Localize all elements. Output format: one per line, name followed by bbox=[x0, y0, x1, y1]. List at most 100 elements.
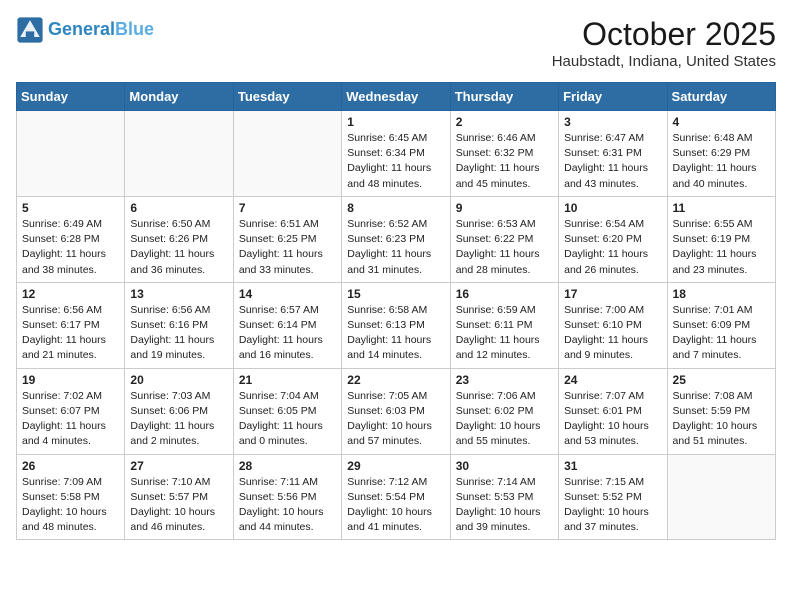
weekday-header-friday: Friday bbox=[559, 83, 667, 111]
day-number: 30 bbox=[456, 459, 553, 473]
day-info: Sunrise: 6:59 AM Sunset: 6:11 PM Dayligh… bbox=[456, 303, 553, 364]
day-cell: 18Sunrise: 7:01 AM Sunset: 6:09 PM Dayli… bbox=[667, 282, 775, 368]
day-cell: 29Sunrise: 7:12 AM Sunset: 5:54 PM Dayli… bbox=[342, 454, 450, 540]
day-info: Sunrise: 7:09 AM Sunset: 5:58 PM Dayligh… bbox=[22, 475, 119, 536]
day-cell: 28 Sunrise: 7:11 AM Sunset: 5:56 PM Dayli… bbox=[233, 454, 341, 540]
logo-text: GeneralBlue bbox=[48, 19, 154, 41]
logo-icon bbox=[16, 16, 44, 44]
day-info: Sunrise: 6:56 AM Sunset: 6:16 PM Dayligh… bbox=[130, 303, 227, 364]
weekday-header-monday: Monday bbox=[125, 83, 233, 111]
calendar-table: SundayMondayTuesdayWednesdayThursdayFrid… bbox=[16, 82, 776, 540]
day-info: Sunrise: 6:48 AM Sunset: 6:29 PM Dayligh… bbox=[673, 131, 770, 192]
day-number: 28 bbox=[239, 459, 336, 473]
day-number: 7 bbox=[239, 201, 336, 215]
day-cell: 10 Sunrise: 6:54 AM Sunset: 6:20 PM Dayli… bbox=[559, 196, 667, 282]
logo-line1: General bbox=[48, 19, 115, 39]
logo: GeneralBlue bbox=[16, 16, 154, 44]
week-row-3: 12 Sunrise: 6:56 AM Sunset: 6:17 PM Dayli… bbox=[17, 282, 776, 368]
day-cell: 22 Sunrise: 7:05 AM Sunset: 6:03 PM Dayli… bbox=[342, 368, 450, 454]
day-cell: 24Sunrise: 7:07 AM Sunset: 6:01 PM Dayli… bbox=[559, 368, 667, 454]
day-info: Sunrise: 6:47 AM Sunset: 6:31 PM Dayligh… bbox=[564, 131, 661, 192]
day-number: 26 bbox=[22, 459, 119, 473]
day-cell: 6 Sunrise: 6:50 AM Sunset: 6:26 PM Daylig… bbox=[125, 196, 233, 282]
day-info: Sunrise: 6:45 AM Sunset: 6:34 PM Dayligh… bbox=[347, 131, 444, 192]
page-header: GeneralBlue October 2025 Haubstadt, Indi… bbox=[16, 16, 776, 70]
weekday-header-sunday: Sunday bbox=[17, 83, 125, 111]
day-cell: 7 Sunrise: 6:51 AM Sunset: 6:25 PM Daylig… bbox=[233, 196, 341, 282]
weekday-header-row: SundayMondayTuesdayWednesdayThursdayFrid… bbox=[17, 83, 776, 111]
day-info: Sunrise: 6:46 AM Sunset: 6:32 PM Dayligh… bbox=[456, 131, 553, 192]
week-row-2: 5 Sunrise: 6:49 AM Sunset: 6:28 PM Daylig… bbox=[17, 196, 776, 282]
day-number: 4 bbox=[673, 115, 770, 129]
day-cell: 5 Sunrise: 6:49 AM Sunset: 6:28 PM Daylig… bbox=[17, 196, 125, 282]
day-cell: 9 Sunrise: 6:53 AM Sunset: 6:22 PM Daylig… bbox=[450, 196, 558, 282]
day-cell: 11Sunrise: 6:55 AM Sunset: 6:19 PM Dayli… bbox=[667, 196, 775, 282]
day-cell bbox=[667, 454, 775, 540]
day-info: Sunrise: 7:14 AM Sunset: 5:53 PM Dayligh… bbox=[456, 475, 553, 536]
day-info: Sunrise: 7:08 AM Sunset: 5:59 PM Dayligh… bbox=[673, 389, 770, 450]
day-number: 6 bbox=[130, 201, 227, 215]
day-number: 10 bbox=[564, 201, 661, 215]
day-number: 27 bbox=[130, 459, 227, 473]
day-cell bbox=[233, 111, 341, 197]
day-info: Sunrise: 7:00 AM Sunset: 6:10 PM Dayligh… bbox=[564, 303, 661, 364]
day-number: 24 bbox=[564, 373, 661, 387]
day-number: 14 bbox=[239, 287, 336, 301]
day-cell: 26 Sunrise: 7:09 AM Sunset: 5:58 PM Dayli… bbox=[17, 454, 125, 540]
logo-line2: Blue bbox=[115, 19, 154, 39]
day-number: 13 bbox=[130, 287, 227, 301]
day-cell bbox=[17, 111, 125, 197]
day-cell: 30 Sunrise: 7:14 AM Sunset: 5:53 PM Dayli… bbox=[450, 454, 558, 540]
day-cell: 3Sunrise: 6:47 AM Sunset: 6:31 PM Daylig… bbox=[559, 111, 667, 197]
weekday-header-wednesday: Wednesday bbox=[342, 83, 450, 111]
day-cell: 31 Sunrise: 7:15 AM Sunset: 5:52 PM Dayli… bbox=[559, 454, 667, 540]
day-info: Sunrise: 6:55 AM Sunset: 6:19 PM Dayligh… bbox=[673, 217, 770, 278]
day-info: Sunrise: 6:54 AM Sunset: 6:20 PM Dayligh… bbox=[564, 217, 661, 278]
day-number: 15 bbox=[347, 287, 444, 301]
week-row-1: 1 Sunrise: 6:45 AM Sunset: 6:34 PM Daylig… bbox=[17, 111, 776, 197]
title-block: October 2025 Haubstadt, Indiana, United … bbox=[552, 16, 776, 70]
day-cell: 4 Sunrise: 6:48 AM Sunset: 6:29 PM Daylig… bbox=[667, 111, 775, 197]
day-cell: 23Sunrise: 7:06 AM Sunset: 6:02 PM Dayli… bbox=[450, 368, 558, 454]
day-info: Sunrise: 7:11 AM Sunset: 5:56 PM Dayligh… bbox=[239, 475, 336, 536]
calendar-subtitle: Haubstadt, Indiana, United States bbox=[552, 53, 776, 70]
day-number: 5 bbox=[22, 201, 119, 215]
day-info: Sunrise: 6:58 AM Sunset: 6:13 PM Dayligh… bbox=[347, 303, 444, 364]
day-number: 9 bbox=[456, 201, 553, 215]
day-info: Sunrise: 7:01 AM Sunset: 6:09 PM Dayligh… bbox=[673, 303, 770, 364]
day-number: 25 bbox=[673, 373, 770, 387]
day-info: Sunrise: 6:51 AM Sunset: 6:25 PM Dayligh… bbox=[239, 217, 336, 278]
day-cell: 16 Sunrise: 6:59 AM Sunset: 6:11 PM Dayli… bbox=[450, 282, 558, 368]
day-info: Sunrise: 7:05 AM Sunset: 6:03 PM Dayligh… bbox=[347, 389, 444, 450]
day-cell bbox=[125, 111, 233, 197]
day-number: 16 bbox=[456, 287, 553, 301]
day-number: 23 bbox=[456, 373, 553, 387]
day-cell: 14Sunrise: 6:57 AM Sunset: 6:14 PM Dayli… bbox=[233, 282, 341, 368]
day-cell: 2 Sunrise: 6:46 AM Sunset: 6:32 PM Daylig… bbox=[450, 111, 558, 197]
day-info: Sunrise: 6:56 AM Sunset: 6:17 PM Dayligh… bbox=[22, 303, 119, 364]
day-number: 31 bbox=[564, 459, 661, 473]
day-cell: 19 Sunrise: 7:02 AM Sunset: 6:07 PM Dayli… bbox=[17, 368, 125, 454]
day-number: 19 bbox=[22, 373, 119, 387]
day-cell: 12 Sunrise: 6:56 AM Sunset: 6:17 PM Dayli… bbox=[17, 282, 125, 368]
day-info: Sunrise: 6:49 AM Sunset: 6:28 PM Dayligh… bbox=[22, 217, 119, 278]
day-number: 17 bbox=[564, 287, 661, 301]
day-cell: 1 Sunrise: 6:45 AM Sunset: 6:34 PM Daylig… bbox=[342, 111, 450, 197]
day-number: 2 bbox=[456, 115, 553, 129]
day-info: Sunrise: 7:02 AM Sunset: 6:07 PM Dayligh… bbox=[22, 389, 119, 450]
day-info: Sunrise: 7:10 AM Sunset: 5:57 PM Dayligh… bbox=[130, 475, 227, 536]
day-info: Sunrise: 6:53 AM Sunset: 6:22 PM Dayligh… bbox=[456, 217, 553, 278]
day-info: Sunrise: 7:03 AM Sunset: 6:06 PM Dayligh… bbox=[130, 389, 227, 450]
day-info: Sunrise: 6:50 AM Sunset: 6:26 PM Dayligh… bbox=[130, 217, 227, 278]
day-info: Sunrise: 7:15 AM Sunset: 5:52 PM Dayligh… bbox=[564, 475, 661, 536]
weekday-header-tuesday: Tuesday bbox=[233, 83, 341, 111]
weekday-header-thursday: Thursday bbox=[450, 83, 558, 111]
day-number: 1 bbox=[347, 115, 444, 129]
day-number: 8 bbox=[347, 201, 444, 215]
day-cell: 25 Sunrise: 7:08 AM Sunset: 5:59 PM Dayli… bbox=[667, 368, 775, 454]
day-cell: 13 Sunrise: 6:56 AM Sunset: 6:16 PM Dayli… bbox=[125, 282, 233, 368]
day-number: 22 bbox=[347, 373, 444, 387]
day-cell: 20Sunrise: 7:03 AM Sunset: 6:06 PM Dayli… bbox=[125, 368, 233, 454]
day-number: 29 bbox=[347, 459, 444, 473]
day-number: 12 bbox=[22, 287, 119, 301]
